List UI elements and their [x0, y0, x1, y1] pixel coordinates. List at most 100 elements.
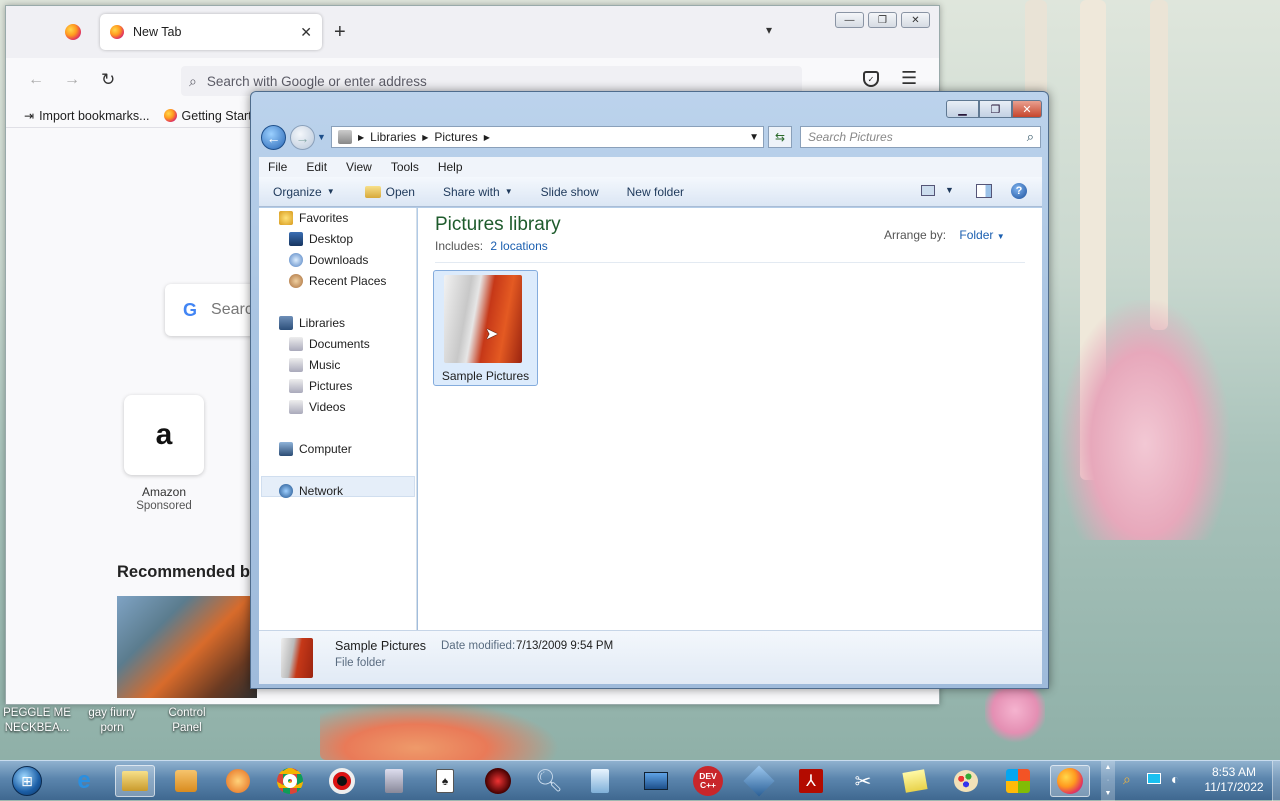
virtualbox-icon[interactable]	[739, 765, 779, 797]
desktop-icon-shortcut[interactable]: gay fiurry porn	[77, 706, 147, 736]
media-player-icon[interactable]	[166, 765, 206, 797]
monitor-glyph	[644, 772, 668, 790]
tray-search-icon[interactable]: ⌕	[1123, 771, 1131, 788]
list-all-tabs-icon[interactable]: ▾	[766, 23, 772, 37]
view-options-icon[interactable]: ▼	[945, 185, 954, 195]
solitaire-icon[interactable]: ♠	[425, 765, 465, 797]
refresh-button[interactable]: ⇆	[768, 126, 792, 148]
url-placeholder: Search with Google or enter address	[206, 73, 427, 89]
menu-view[interactable]: View	[337, 160, 382, 174]
start-button[interactable]: ⊞	[6, 762, 48, 800]
app-icon[interactable]	[218, 765, 258, 797]
breadcrumb-pictures[interactable]: Pictures	[434, 130, 477, 144]
library-title: Pictures library	[435, 214, 561, 235]
menu-file[interactable]: File	[259, 160, 297, 174]
internet-explorer-icon[interactable]: e	[64, 765, 104, 797]
menu-tools[interactable]: Tools	[382, 160, 429, 174]
chrome-icon[interactable]	[270, 765, 310, 797]
nav-libraries[interactable]: Libraries	[279, 313, 345, 333]
chrome-glyph	[277, 768, 303, 794]
windows-explorer-icon[interactable]	[115, 765, 155, 797]
nav-music[interactable]: Music	[289, 355, 340, 375]
paint-icon[interactable]	[946, 765, 986, 797]
nav-computer[interactable]: Computer	[279, 439, 352, 459]
remote-desktop-icon[interactable]	[636, 765, 676, 797]
windows-update-icon[interactable]	[998, 765, 1038, 797]
magnifier-app-icon[interactable]: 🔍︎	[529, 765, 569, 797]
open-button[interactable]: Open	[349, 185, 429, 199]
search-icon[interactable]: ⌕	[1027, 129, 1034, 145]
recent-pages-icon[interactable]: ▼	[317, 132, 326, 142]
bookmark-import[interactable]: ⇥ Import bookmarks...	[24, 109, 150, 123]
nav-desktop[interactable]: Desktop	[289, 229, 353, 249]
content-pane: Pictures library Includes: 2 locations A…	[418, 208, 1042, 630]
reload-icon[interactable]: ↻	[101, 70, 115, 90]
back-icon[interactable]: ←	[28, 71, 44, 89]
nav-favorites[interactable]: Favorites	[279, 208, 348, 228]
clock[interactable]: 8:53 AM 11/17/2022	[1192, 765, 1276, 795]
address-dropdown-icon[interactable]: ▼	[749, 132, 759, 143]
dev-cpp-icon[interactable]: DEV C++	[688, 765, 728, 797]
tray-scroll[interactable]: ▲ · ▼	[1101, 761, 1115, 801]
sticky-notes-icon[interactable]	[895, 765, 935, 797]
calculator-icon[interactable]	[374, 765, 414, 797]
nav-documents[interactable]: Documents	[289, 334, 370, 354]
menu-icon[interactable]: ☰	[901, 68, 917, 89]
tray-network-icon[interactable]	[1147, 773, 1161, 784]
new-tab-button[interactable]: +	[334, 21, 346, 44]
forward-button[interactable]: →	[290, 125, 315, 150]
bookmark-getting-started[interactable]: Getting Start	[163, 108, 252, 123]
maximize-button[interactable]: ❐	[868, 12, 897, 28]
includes-locations-link[interactable]: 2 locations	[490, 239, 547, 253]
tab-new-tab[interactable]: New Tab ✕	[100, 14, 322, 50]
slide-show-button[interactable]: Slide show	[527, 185, 613, 199]
minimize-button[interactable]: —	[835, 12, 864, 28]
pocket-icon[interactable]: ✓	[863, 71, 879, 87]
show-desktop-button[interactable]	[1272, 761, 1280, 801]
document-app-icon[interactable]	[580, 765, 620, 797]
address-bar[interactable]: ▶ Libraries ▶ Pictures ▶ ▼	[331, 126, 764, 148]
nav-videos[interactable]: Videos	[289, 397, 345, 417]
import-icon: ⇥	[24, 108, 35, 123]
back-button[interactable]: ←	[261, 125, 286, 150]
organize-button[interactable]: Organize ▼	[259, 185, 349, 199]
game-icon[interactable]	[478, 765, 518, 797]
firefox-icon[interactable]	[65, 24, 81, 40]
record-icon[interactable]	[322, 765, 362, 797]
tray-volume-icon[interactable]: ◐	[1171, 771, 1179, 787]
maximize-button[interactable]: ❐	[979, 100, 1012, 118]
nav-pictures[interactable]: Pictures	[289, 376, 352, 396]
top-site-amazon[interactable]: a	[124, 395, 204, 475]
top-site-sponsored: Sponsored	[136, 500, 192, 512]
pictures-icon	[289, 379, 303, 393]
nav-downloads[interactable]: Downloads	[289, 250, 368, 270]
desktop-icon-control-panel[interactable]: Control Panel	[152, 706, 222, 736]
recommended-story-image[interactable]	[117, 596, 257, 698]
nav-recent-places[interactable]: Recent Places	[289, 271, 386, 291]
close-button[interactable]: ✕	[1012, 100, 1042, 118]
arrange-label: Arrange by:	[884, 228, 947, 242]
close-button[interactable]: ✕	[901, 12, 930, 28]
nav-network[interactable]: Network	[279, 481, 343, 501]
help-icon[interactable]: ?	[1011, 183, 1027, 199]
pdf-glyph: ⅄	[799, 769, 823, 793]
menu-edit[interactable]: Edit	[297, 160, 337, 174]
close-tab-icon[interactable]: ✕	[300, 24, 312, 41]
nav-label: Libraries	[299, 316, 346, 330]
minimize-button[interactable]: ▁	[946, 100, 979, 118]
desktop-icon-peggle[interactable]: PEGGLE ME NECKBEA...	[2, 706, 72, 736]
preview-pane-icon[interactable]	[976, 184, 992, 198]
firefox-taskbar-icon[interactable]	[1050, 765, 1090, 797]
bookmark-label: Getting Start	[181, 108, 252, 123]
change-view-icon[interactable]	[921, 185, 935, 196]
snipping-tool-icon[interactable]: ✂	[843, 765, 883, 797]
breadcrumb-libraries[interactable]: Libraries	[370, 130, 416, 144]
search-pictures-input[interactable]: Search Pictures ⌕	[800, 126, 1041, 148]
new-folder-button[interactable]: New folder	[613, 185, 698, 199]
acrobat-icon[interactable]: ⅄	[791, 765, 831, 797]
share-with-button[interactable]: Share with ▼	[429, 185, 527, 199]
forward-icon[interactable]: →	[64, 71, 80, 89]
arrange-dropdown[interactable]: Folder ▼	[959, 228, 1004, 242]
chevron-right-icon: ▶	[422, 132, 429, 142]
menu-help[interactable]: Help	[429, 160, 473, 174]
